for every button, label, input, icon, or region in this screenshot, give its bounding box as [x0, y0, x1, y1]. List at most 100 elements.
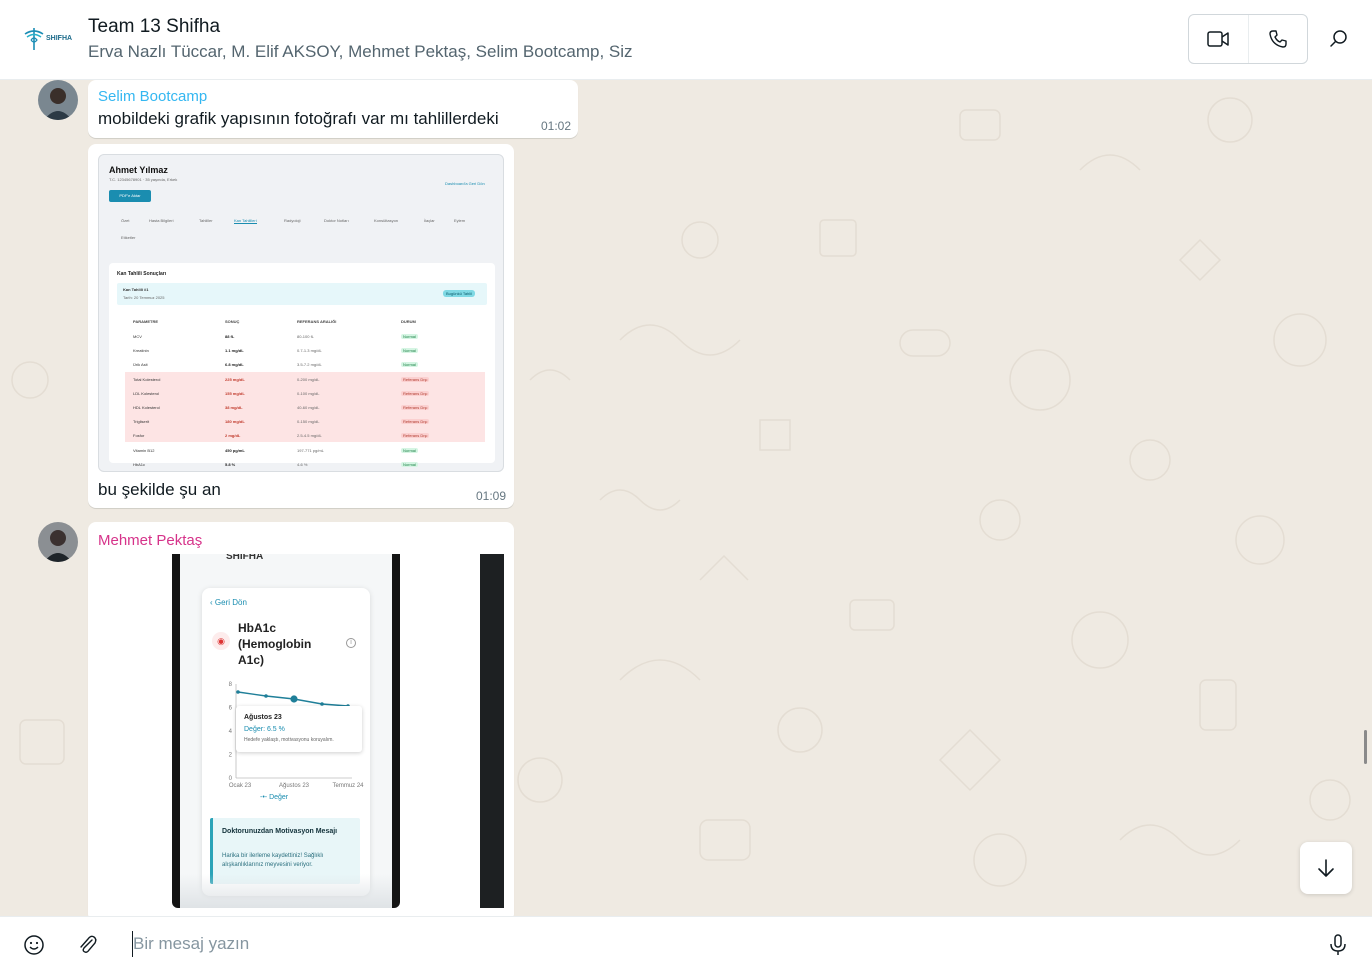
y-tick-label: 2: [229, 753, 233, 759]
column-header: PARAMETRE: [133, 319, 159, 324]
message-text: mobildeki grafik yapısının fotoğrafı var…: [98, 109, 499, 128]
scroll-to-bottom-button[interactable]: [1300, 842, 1352, 894]
x-tick-label: Ocak 23: [229, 783, 252, 789]
cell-status: Referans Dışı: [401, 376, 430, 382]
cell-status: Referans Dışı: [401, 405, 430, 410]
x-tick-label: Temmuz 24: [332, 783, 364, 789]
message-bubble-2[interactable]: Ahmet Yılmaz T.C. 12345678901 · 35 yaşın…: [88, 144, 514, 508]
cell-range: 80-100 fL: [297, 334, 314, 339]
test-date: Tarih: 20 Temmuz 2025: [123, 295, 165, 300]
table-header-row: PARAMETRE SONUÇ REFERANS ARALIĞI DURUM: [125, 315, 485, 329]
y-tick-label: 6: [229, 706, 233, 712]
sender-avatar-selim[interactable]: [38, 80, 78, 120]
chat-title[interactable]: Team 13 Shifha: [88, 16, 220, 38]
table-row: Fosfor 2 mg/dL 2.5-4.5 mg/dL Referans Dışı: [125, 428, 485, 443]
voice-message-button[interactable]: [1326, 933, 1350, 957]
cell-status: Normal: [401, 447, 418, 453]
section-title: Kan Tahlili Sonuçları: [117, 271, 167, 277]
blood-test-card: Kan Tahlili Sonuçları Kan Tahlili #1 Tar…: [109, 263, 495, 467]
cell-result: 6.8 mg/dL: [225, 362, 244, 368]
tab-label: Etiketler: [121, 235, 136, 240]
message-bubble-1[interactable]: Selim Bootcamp mobildeki grafik yapısını…: [88, 80, 578, 138]
table-row: LDL Kolesterol 155 mg/dL 0-100 mg/dL Refera…: [125, 385, 485, 400]
cell-param: LDL Kolesterol: [133, 390, 160, 396]
logo-text: SHIFHA: [46, 35, 73, 42]
message-bubble-3[interactable]: Mehmet Pektaş SHIFHA ‹ Geri Dön ◉ HbA1c …: [88, 522, 514, 916]
chart-legend: -•- Değer: [260, 794, 288, 801]
chat-scrollbar-thumb[interactable]: [1364, 730, 1367, 764]
cell-status: Normal: [401, 362, 418, 368]
chat-messages-area[interactable]: Selim Bootcamp mobildeki grafik yapısını…: [0, 80, 1372, 916]
message-time: 01:09: [476, 489, 507, 503]
message-input[interactable]: [132, 931, 1292, 957]
table-row: HbA1c 5.8 % 4-6 % Normal: [125, 457, 485, 471]
chat-header: SHIFHA Team 13 Shifha Erva Nazlı Tüccar,…: [0, 0, 1372, 80]
tab-label: Konsültasyon: [374, 218, 399, 223]
data-point: [236, 690, 240, 694]
cell-range: 0-150 mg/dL: [297, 419, 320, 425]
cell-param: Kreatinin: [133, 348, 149, 354]
data-point: [264, 694, 268, 698]
lab-report-image[interactable]: Ahmet Yılmaz T.C. 12345678901 · 35 yaşın…: [98, 154, 504, 472]
cell-param: HDL Kolesterol: [133, 405, 160, 410]
cell-status: Referans Dışı: [401, 390, 430, 396]
column-header: SONUÇ: [225, 319, 240, 324]
cell-result: 38 mg/dL: [225, 405, 243, 410]
legend-marker-icon: -•-: [260, 794, 270, 801]
test-name: Kan Tahlili #1: [123, 287, 149, 292]
table-row: Kreatinin 1.1 mg/dL 0.7-1.3 mg/dL Normal: [125, 343, 485, 357]
chat-members[interactable]: Erva Nazlı Tüccar, M. Elif AKSOY, Mehmet…: [88, 42, 633, 62]
cell-param: MCV: [133, 334, 142, 339]
back-link: ‹ Geri Dön: [210, 598, 247, 607]
patient-name: Ahmet Yılmaz: [109, 165, 168, 175]
cell-param: Trigliserit: [133, 419, 150, 425]
sender-avatar-mehmet[interactable]: [38, 522, 78, 562]
sender-name[interactable]: Mehmet Pektaş: [98, 532, 202, 549]
voice-call-button[interactable]: [1247, 15, 1308, 63]
y-tick-label: 0: [229, 776, 233, 782]
cell-status: Normal: [401, 461, 418, 467]
tooltip-note: Hedefe yaklaştı, motivasyonu koruyalım.: [244, 737, 334, 743]
table-row: Total Kolesterol 225 mg/dL 0-200 mg/dL Refe…: [125, 371, 485, 386]
report-tabs: Özet Hasta Bilgileri Tahliller Kan Tahli…: [109, 215, 489, 245]
search-button[interactable]: [1324, 24, 1354, 54]
cell-result: 155 mg/dL: [225, 390, 245, 396]
mobile-chart-screenshot[interactable]: SHIFHA ‹ Geri Dön ◉ HbA1c (Hemoglobin A1…: [98, 554, 504, 908]
cell-status: Normal: [401, 334, 418, 339]
cell-result: 5.8 %: [225, 461, 236, 467]
column-header: DURUM: [401, 319, 416, 324]
back-to-dashboard-link: Dashboard'a Geri Dön: [445, 181, 485, 186]
cell-param: Ürik Asit: [133, 362, 148, 368]
app-name: SHIFHA: [226, 554, 264, 562]
tab-label: Özet: [121, 218, 130, 223]
table-row: Ürik Asit 6.8 mg/dL 3.5-7.2 mg/dL Normal: [125, 357, 485, 371]
tooltip-value: Değer: 6.5 %: [244, 726, 285, 733]
cell-range: 4-6 %: [297, 461, 308, 467]
metric-title: HbA1c (Hemoglobin A1c): [238, 621, 312, 667]
cell-result: 2 mg/dL: [225, 433, 241, 439]
group-avatar[interactable]: SHIFHA: [22, 26, 72, 52]
cell-result: 225 mg/dL: [225, 376, 245, 382]
tab-label: Doktor Notları: [324, 218, 349, 223]
tab-label: Tahliller: [199, 218, 213, 223]
paperclip-icon: [80, 935, 97, 953]
cell-param: Fosfor: [133, 433, 145, 439]
cell-status: Referans Dışı: [401, 433, 430, 439]
metric-icon: ◉: [212, 632, 230, 650]
y-tick-label: 4: [229, 729, 233, 735]
cell-result: 450 pg/mL: [225, 447, 245, 453]
emoji-button[interactable]: [22, 933, 46, 957]
attach-button[interactable]: [76, 933, 100, 957]
phone-icon: [1269, 30, 1287, 48]
phone-dark-edge: [480, 554, 504, 908]
doctor-note-text: Harika bir ilerleme kaydettiniz! Sağlıkl…: [222, 853, 324, 868]
legend-label: Değer: [269, 794, 289, 801]
cell-param: Vitamin B12: [133, 447, 155, 453]
video-call-button[interactable]: [1189, 15, 1248, 63]
call-button-group: [1188, 14, 1308, 64]
cell-range: 2.5-4.5 mg/dL: [297, 433, 322, 439]
y-tick-label: 8: [229, 682, 233, 688]
x-tick-label: Ağustos 23: [279, 783, 310, 789]
cell-range: 0-200 mg/dL: [297, 376, 320, 382]
sender-name[interactable]: Selim Bootcamp: [98, 88, 207, 105]
